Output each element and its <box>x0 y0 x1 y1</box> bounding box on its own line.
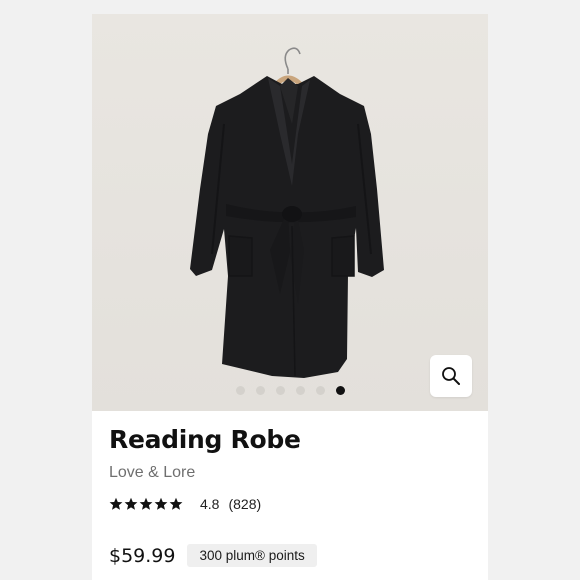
gallery-dot[interactable] <box>315 386 325 395</box>
star-icon <box>124 497 138 510</box>
gallery-dot[interactable] <box>335 386 345 395</box>
review-count[interactable]: (828) <box>228 495 261 513</box>
rating-value: 4.8 <box>200 496 220 512</box>
star-icon <box>139 497 153 510</box>
brand-name[interactable]: Love & Lore <box>109 463 471 483</box>
price: $59.99 <box>109 544 176 567</box>
gallery-dot[interactable] <box>275 386 285 395</box>
product-title: Reading Robe <box>109 425 301 454</box>
star-icon <box>154 497 168 510</box>
product-info: Reading Robe Love & Lore 4.8 (828) <box>109 424 471 513</box>
product-image-gallery[interactable] <box>92 14 488 411</box>
gallery-dot[interactable] <box>255 386 265 395</box>
gallery-pagination <box>92 386 488 395</box>
price-row: $59.99 300 plum® points <box>109 544 317 567</box>
gallery-dot[interactable] <box>295 386 305 395</box>
magnifier-icon <box>442 367 460 385</box>
rating-row[interactable]: 4.8 (828) <box>109 495 471 513</box>
star-icon <box>169 497 183 510</box>
gallery-dot[interactable] <box>235 386 245 395</box>
robe-product-image <box>190 47 384 378</box>
star-rating <box>109 497 183 511</box>
product-card: Reading Robe Love & Lore 4.8 (828) $59.9… <box>92 14 488 580</box>
points-badge: 300 plum® points <box>187 544 317 567</box>
star-icon <box>109 497 123 510</box>
